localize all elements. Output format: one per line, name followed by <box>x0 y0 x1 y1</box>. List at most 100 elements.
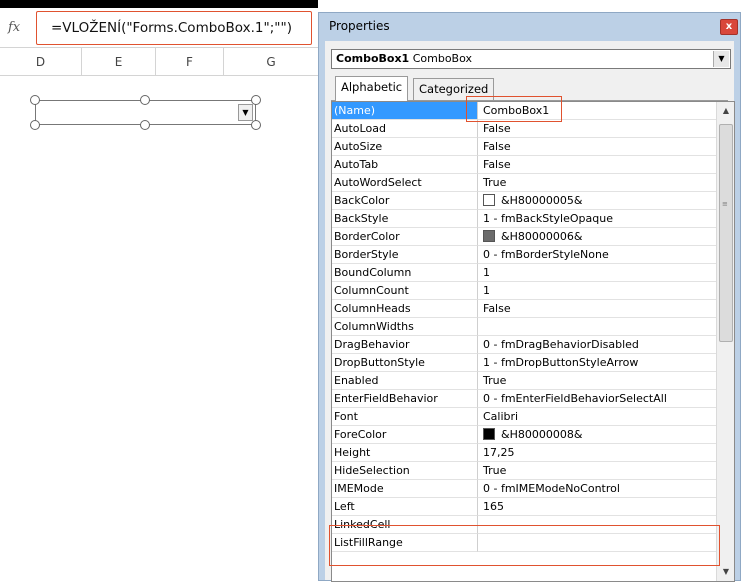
property-row[interactable]: BorderColor &H80000006& <box>332 228 717 246</box>
property-value[interactable]: True <box>478 174 717 192</box>
resize-handle[interactable] <box>251 95 261 105</box>
property-value[interactable]: 0 - fmIMEModeNoControl <box>478 480 717 498</box>
property-name[interactable]: Left <box>332 498 478 516</box>
property-name[interactable]: Enabled <box>332 372 478 390</box>
scroll-down-icon[interactable]: ▼ <box>717 565 734 579</box>
properties-titlebar[interactable]: Properties x <box>319 13 740 41</box>
property-name[interactable]: AutoWordSelect <box>332 174 478 192</box>
property-value[interactable]: False <box>478 156 717 174</box>
property-row[interactable]: Font Calibri <box>332 408 717 426</box>
resize-handle[interactable] <box>30 120 40 130</box>
object-selector[interactable]: ComboBox1 ComboBox ▼ <box>331 49 731 69</box>
column-header-f[interactable]: F <box>156 48 224 76</box>
property-row[interactable]: AutoWordSelect True <box>332 174 717 192</box>
property-value[interactable]: True <box>478 372 717 390</box>
property-row[interactable]: AutoTab False <box>332 156 717 174</box>
property-name[interactable]: DragBehavior <box>332 336 478 354</box>
tab-alphabetic[interactable]: Alphabetic <box>335 76 409 101</box>
property-value[interactable]: 0 - fmEnterFieldBehaviorSelectAll <box>478 390 717 408</box>
resize-handle[interactable] <box>30 95 40 105</box>
dropdown-arrow-icon[interactable]: ▼ <box>238 104 253 121</box>
property-name[interactable]: BackStyle <box>332 210 478 228</box>
property-name[interactable]: ForeColor <box>332 426 478 444</box>
property-value[interactable]: ComboBox1 <box>478 102 717 120</box>
property-value[interactable]: 1 - fmDropButtonStyleArrow <box>478 354 717 372</box>
property-row[interactable]: DropButtonStyle 1 - fmDropButtonStyleArro… <box>332 354 717 372</box>
property-row[interactable]: ColumnWidths <box>332 318 717 336</box>
resize-handle[interactable] <box>140 95 150 105</box>
property-name[interactable]: AutoLoad <box>332 120 478 138</box>
property-value[interactable]: False <box>478 120 717 138</box>
property-row[interactable]: Enabled True <box>332 372 717 390</box>
property-value[interactable]: False <box>478 138 717 156</box>
property-value[interactable]: False <box>478 300 717 318</box>
close-icon[interactable]: x <box>720 19 738 35</box>
property-name[interactable]: BorderColor <box>332 228 478 246</box>
property-value[interactable]: 0 - fmBorderStyleNone <box>478 246 717 264</box>
property-name[interactable]: EnterFieldBehavior <box>332 390 478 408</box>
chevron-down-icon[interactable]: ▼ <box>713 51 729 67</box>
property-name[interactable]: AutoSize <box>332 138 478 156</box>
property-row[interactable]: BorderStyle 0 - fmBorderStyleNone <box>332 246 717 264</box>
property-value[interactable]: 1 <box>478 264 717 282</box>
property-row[interactable]: ForeColor &H80000008& <box>332 426 717 444</box>
property-value[interactable]: 1 <box>478 282 717 300</box>
property-row[interactable]: Height 17,25 <box>332 444 717 462</box>
property-row[interactable]: ColumnHeads False <box>332 300 717 318</box>
property-name[interactable]: LinkedCell <box>332 516 478 534</box>
vertical-scrollbar[interactable]: ▲ ≡ ▼ <box>716 102 734 581</box>
property-name[interactable]: BackColor <box>332 192 478 210</box>
property-value[interactable] <box>478 534 717 552</box>
property-value[interactable]: 17,25 <box>478 444 717 462</box>
property-value[interactable]: True <box>478 462 717 480</box>
property-name[interactable]: BoundColumn <box>332 264 478 282</box>
resize-handle[interactable] <box>251 120 261 130</box>
column-header-g[interactable]: G <box>224 48 318 76</box>
scroll-up-icon[interactable]: ▲ <box>717 104 734 118</box>
property-name[interactable]: ColumnCount <box>332 282 478 300</box>
property-value[interactable]: &H80000006& <box>478 228 717 246</box>
property-row[interactable]: Left 165 <box>332 498 717 516</box>
property-value[interactable]: 165 <box>478 498 717 516</box>
object-type: ComboBox <box>412 52 473 65</box>
property-value[interactable]: 0 - fmDragBehaviorDisabled <box>478 336 717 354</box>
property-row[interactable]: DragBehavior 0 - fmDragBehaviorDisabled <box>332 336 717 354</box>
property-row[interactable]: LinkedCell <box>332 516 717 534</box>
column-header-e[interactable]: E <box>82 48 156 76</box>
property-value[interactable]: &H80000005& <box>478 192 717 210</box>
property-name[interactable]: HideSelection <box>332 462 478 480</box>
property-value[interactable]: 1 - fmBackStyleOpaque <box>478 210 717 228</box>
property-name[interactable]: BorderStyle <box>332 246 478 264</box>
column-headers: D E F G <box>0 48 318 76</box>
property-value[interactable] <box>478 318 717 336</box>
property-row[interactable]: BackColor &H80000005& <box>332 192 717 210</box>
property-value[interactable] <box>478 516 717 534</box>
fx-icon[interactable]: fx <box>8 20 20 35</box>
property-name[interactable]: Font <box>332 408 478 426</box>
scroll-thumb[interactable] <box>719 124 733 342</box>
property-name[interactable]: DropButtonStyle <box>332 354 478 372</box>
property-name[interactable]: AutoTab <box>332 156 478 174</box>
property-row[interactable]: AutoSize False <box>332 138 717 156</box>
property-name[interactable]: Height <box>332 444 478 462</box>
property-row[interactable]: BackStyle 1 - fmBackStyleOpaque <box>332 210 717 228</box>
column-header-d[interactable]: D <box>0 48 82 76</box>
property-name[interactable]: ListFillRange <box>332 534 478 552</box>
property-row[interactable]: ListFillRange <box>332 534 717 552</box>
property-row[interactable]: IMEMode 0 - fmIMEModeNoControl <box>332 480 717 498</box>
property-value[interactable]: &H80000008& <box>478 426 717 444</box>
property-name[interactable]: IMEMode <box>332 480 478 498</box>
property-name[interactable]: (Name) <box>332 102 478 120</box>
property-row[interactable]: BoundColumn 1 <box>332 264 717 282</box>
property-name[interactable]: ColumnWidths <box>332 318 478 336</box>
property-value[interactable]: Calibri <box>478 408 717 426</box>
property-row[interactable]: (Name) ComboBox1 <box>332 102 717 120</box>
property-row[interactable]: HideSelection True <box>332 462 717 480</box>
formula-input[interactable]: =VLOŽENÍ("Forms.ComboBox.1";"") <box>36 11 312 45</box>
property-row[interactable]: EnterFieldBehavior 0 - fmEnterFieldBehavi… <box>332 390 717 408</box>
tab-categorized[interactable]: Categorized <box>413 78 495 100</box>
property-row[interactable]: AutoLoad False <box>332 120 717 138</box>
property-row[interactable]: ColumnCount 1 <box>332 282 717 300</box>
property-name[interactable]: ColumnHeads <box>332 300 478 318</box>
resize-handle[interactable] <box>140 120 150 130</box>
